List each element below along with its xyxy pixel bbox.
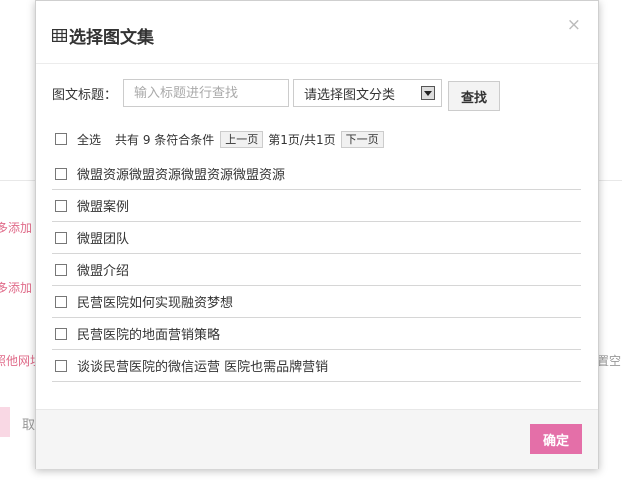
dialog-title-text: 选择图文集 [69, 28, 154, 48]
select-all-label: 全选 [77, 132, 102, 147]
item-checkbox[interactable] [55, 327, 67, 340]
background-clear-label: 置空 [597, 354, 622, 368]
confirm-button[interactable]: 确定 [530, 424, 582, 454]
next-page-button[interactable]: 下一页 [340, 130, 384, 148]
list-item[interactable]: 微盟团队 [52, 222, 581, 254]
item-title: 微盟介绍 [77, 264, 130, 279]
background-cancel-button[interactable]: 取 [22, 414, 35, 433]
list-toolbar: 全选 共有 9 条符合条件 上一页 第1页/共1页 下一页 [55, 130, 387, 148]
list-item[interactable]: 微盟资源微盟资源微盟资源微盟资源 [52, 158, 581, 190]
item-title: 微盟资源微盟资源微盟资源微盟资源 [77, 168, 286, 183]
list-item[interactable]: 民营医院如何实现融资梦想 [52, 286, 581, 318]
item-checkbox[interactable] [55, 263, 67, 276]
item-checkbox[interactable] [55, 295, 67, 308]
select-all-checkbox[interactable] [55, 133, 67, 145]
item-checkbox[interactable] [55, 199, 67, 212]
page-info: 第1页/共1页 [268, 132, 336, 147]
find-button[interactable]: 查找 [448, 81, 501, 111]
background-pink-button[interactable] [0, 407, 10, 437]
category-select[interactable]: 请选择图文分类 [293, 79, 443, 107]
list-item[interactable]: 微盟介绍 [52, 254, 581, 286]
result-count: 共有 9 条符合条件 [115, 132, 215, 147]
dialog-title: 选择图文集 [52, 23, 154, 48]
list-item[interactable]: 微盟案例 [52, 190, 581, 222]
item-checkbox[interactable] [55, 359, 67, 372]
search-row: 图文标题： 请选择图文分类 查找 [52, 78, 501, 111]
item-title: 微盟团队 [77, 232, 130, 247]
item-title: 微盟案例 [77, 200, 130, 215]
search-label: 图文标题： [52, 87, 118, 103]
title-search-input[interactable] [123, 79, 290, 107]
item-checkbox[interactable] [55, 167, 67, 180]
prev-page-button[interactable]: 上一页 [220, 130, 264, 148]
dialog-header: 选择图文集 × [36, 1, 598, 64]
background-add-more-link[interactable]: 多添加 [0, 219, 32, 236]
dialog-footer: 确定 [36, 409, 598, 469]
article-list: 微盟资源微盟资源微盟资源微盟资源 微盟案例 微盟团队 微盟介绍 民营医院如何实现… [52, 158, 581, 382]
item-title: 民营医院如何实现融资梦想 [77, 296, 234, 311]
item-title: 民营医院的地面营销策略 [77, 328, 221, 343]
item-title: 谈谈民营医院的微信运营 医院也需品牌营销 [77, 360, 329, 375]
category-select-value: 请选择图文分类 [304, 87, 396, 103]
list-item[interactable]: 民营医院的地面营销策略 [52, 318, 581, 350]
select-article-dialog: 选择图文集 × 图文标题： 请选择图文分类 查找 全选 共有 9 条符合条件 上… [35, 0, 599, 469]
chevron-down-icon[interactable] [421, 86, 436, 100]
background-add-more-link[interactable]: 多添加 [0, 279, 32, 296]
close-icon[interactable]: × [567, 15, 581, 35]
list-item[interactable]: 谈谈民营医院的微信运营 医院也需品牌营销 [52, 350, 581, 382]
grid-icon [52, 29, 67, 42]
item-checkbox[interactable] [55, 231, 67, 244]
